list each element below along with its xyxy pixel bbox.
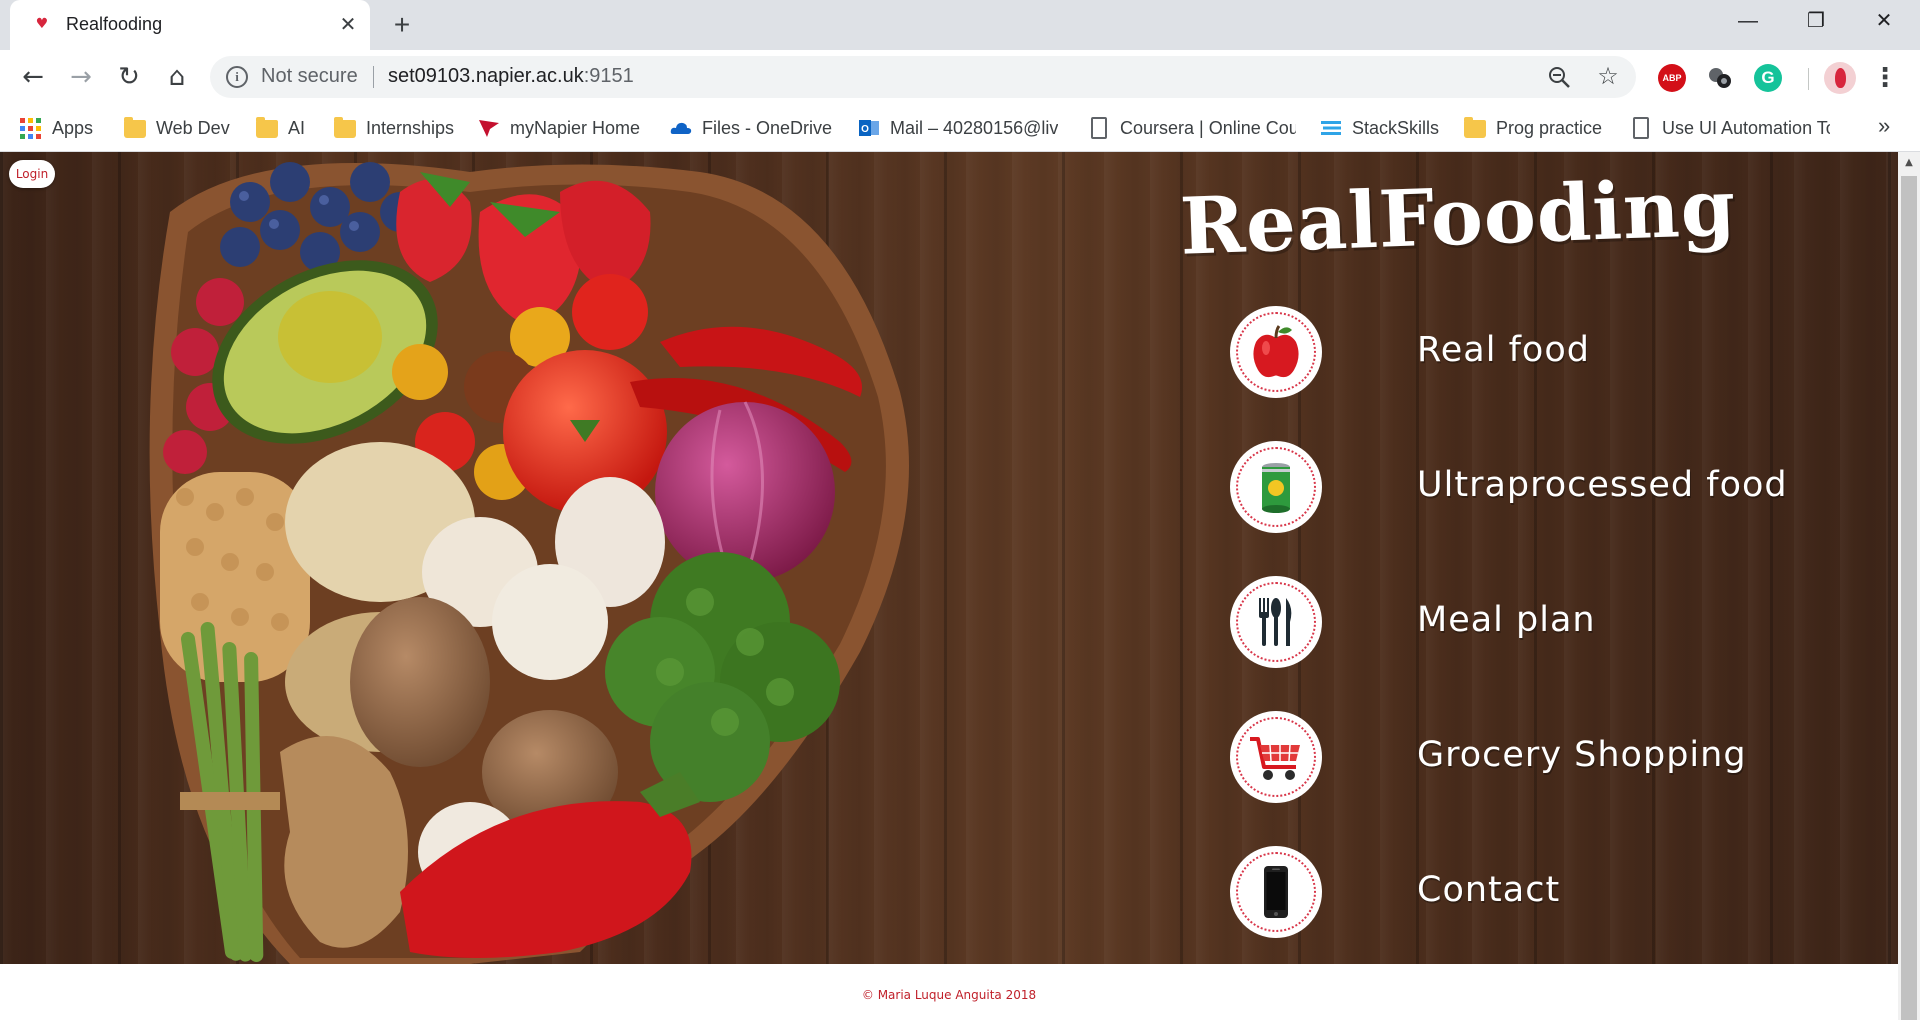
menu-label: Contact	[1417, 870, 1561, 910]
restore-button[interactable]: ❐	[1796, 6, 1836, 36]
folder-icon	[256, 117, 278, 138]
menu-icon-circle	[1230, 306, 1322, 398]
page-scrollbar[interactable]: ▲	[1898, 152, 1920, 1020]
menu-item-grocery-shopping[interactable]: Grocery Shopping	[1230, 711, 1870, 803]
bookmarks-bar: Apps Web Dev AI Internships myNapier Hom…	[0, 105, 1920, 152]
bookmark-stackskills[interactable]: StackSkills	[1320, 115, 1450, 141]
menu-label: Ultraprocessed food	[1417, 465, 1788, 505]
onedrive-icon	[670, 122, 692, 134]
food-heart-image	[149, 162, 910, 964]
back-button[interactable]: ←	[16, 60, 50, 94]
cutlery-icon	[1259, 598, 1292, 646]
svg-text:O: O	[861, 124, 869, 135]
hero-section: Login RealFooding Real food Ultraprocess…	[0, 152, 1898, 964]
bookmark-mynapier-home[interactable]: myNapier Home	[478, 115, 648, 141]
napier-flag-icon	[479, 120, 499, 137]
scroll-thumb[interactable]	[1901, 176, 1917, 1020]
page-viewport: Login RealFooding Real food Ultraprocess…	[0, 152, 1898, 1020]
bookmark-onedrive[interactable]: Files - OneDrive	[670, 115, 840, 141]
shopping-cart-icon	[1250, 737, 1300, 780]
page-icon	[1633, 117, 1649, 139]
extension-dots-icon[interactable]	[1706, 64, 1734, 92]
close-tab-icon[interactable]: ✕	[336, 12, 360, 36]
bookmark-apps[interactable]: Apps	[20, 115, 100, 141]
omnibox-divider	[373, 66, 374, 88]
window-close-button[interactable]: ✕	[1864, 6, 1904, 36]
bookmarks-overflow-button[interactable]: »	[1878, 113, 1890, 139]
menu-item-meal-plan[interactable]: Meal plan	[1230, 576, 1870, 668]
new-tab-button[interactable]: +	[386, 10, 418, 42]
tab-strip: ♥ Realfooding ✕ + — ❐ ✕	[0, 0, 1920, 50]
bookmark-star-icon[interactable]: ☆	[1594, 62, 1622, 90]
browser-menu-icon[interactable]: ⋮	[1872, 62, 1898, 94]
apps-grid-icon	[20, 117, 42, 139]
login-button[interactable]: Login	[9, 160, 55, 188]
menu-icon-circle	[1230, 441, 1322, 533]
bookmark-ui-automation[interactable]: Use UI Automation To	[1630, 115, 1830, 141]
bookmark-ai[interactable]: AI	[256, 115, 316, 141]
forward-button[interactable]: →	[64, 60, 98, 94]
outlook-icon: O	[859, 120, 879, 136]
bookmark-internships[interactable]: Internships	[334, 115, 464, 141]
address-bar[interactable]: i Not secure set09103.napier.ac.uk:9151 …	[210, 56, 1636, 98]
folder-icon	[124, 117, 146, 138]
menu-item-real-food[interactable]: Real food	[1230, 306, 1870, 398]
menu-label: Real food	[1417, 330, 1590, 370]
scroll-up-arrow-icon[interactable]: ▲	[1898, 152, 1920, 174]
canned-food-icon	[1262, 463, 1290, 513]
bookmark-web-dev[interactable]: Web Dev	[124, 115, 234, 141]
reload-button[interactable]: ↻	[112, 60, 146, 94]
minimize-button[interactable]: —	[1728, 6, 1768, 36]
bookmark-mail[interactable]: O Mail – 40280156@live	[858, 115, 1058, 141]
heart-icon: ♥	[35, 16, 49, 32]
profile-avatar[interactable]	[1824, 62, 1856, 94]
copyright-text: © Maria Luque Anguita 2018	[861, 988, 1037, 1002]
stackskills-icon	[1321, 121, 1341, 135]
menu-label: Meal plan	[1417, 600, 1596, 640]
folder-icon	[1464, 117, 1486, 138]
menu-label: Grocery Shopping	[1417, 735, 1747, 775]
zoom-icon[interactable]	[1546, 64, 1572, 90]
grammarly-extension-icon[interactable]: G	[1754, 64, 1782, 92]
toolbar-divider	[1808, 68, 1809, 90]
security-status: Not secure	[261, 65, 358, 87]
browser-toolbar: ← → ↻ ⌂ i Not secure set09103.napier.ac.…	[0, 50, 1920, 105]
apple-icon	[1253, 325, 1299, 378]
bookmark-prog-practice[interactable]: Prog practice	[1464, 115, 1614, 141]
browser-tab[interactable]: ♥ Realfooding ✕	[10, 0, 370, 50]
url-text[interactable]: set09103.napier.ac.uk:9151	[388, 65, 634, 88]
smartphone-icon	[1264, 866, 1288, 918]
menu-icon-circle	[1230, 846, 1322, 938]
menu-icon-circle	[1230, 711, 1322, 803]
folder-icon	[334, 117, 356, 138]
menu-item-ultraprocessed-food[interactable]: Ultraprocessed food	[1230, 441, 1870, 533]
adblock-extension-icon[interactable]: ABP	[1658, 64, 1686, 92]
menu-icon-circle	[1230, 576, 1322, 668]
page-icon	[1091, 117, 1107, 139]
page-title: RealFooding	[1178, 162, 1738, 273]
home-button[interactable]: ⌂	[160, 60, 194, 94]
page-footer: © Maria Luque Anguita 2018	[8, 964, 1890, 1020]
info-icon[interactable]: i	[226, 66, 248, 88]
bookmark-coursera[interactable]: Coursera | Online Courses	[1088, 115, 1296, 141]
menu-item-contact[interactable]: Contact	[1230, 846, 1870, 938]
tab-title: Realfooding	[66, 14, 163, 34]
